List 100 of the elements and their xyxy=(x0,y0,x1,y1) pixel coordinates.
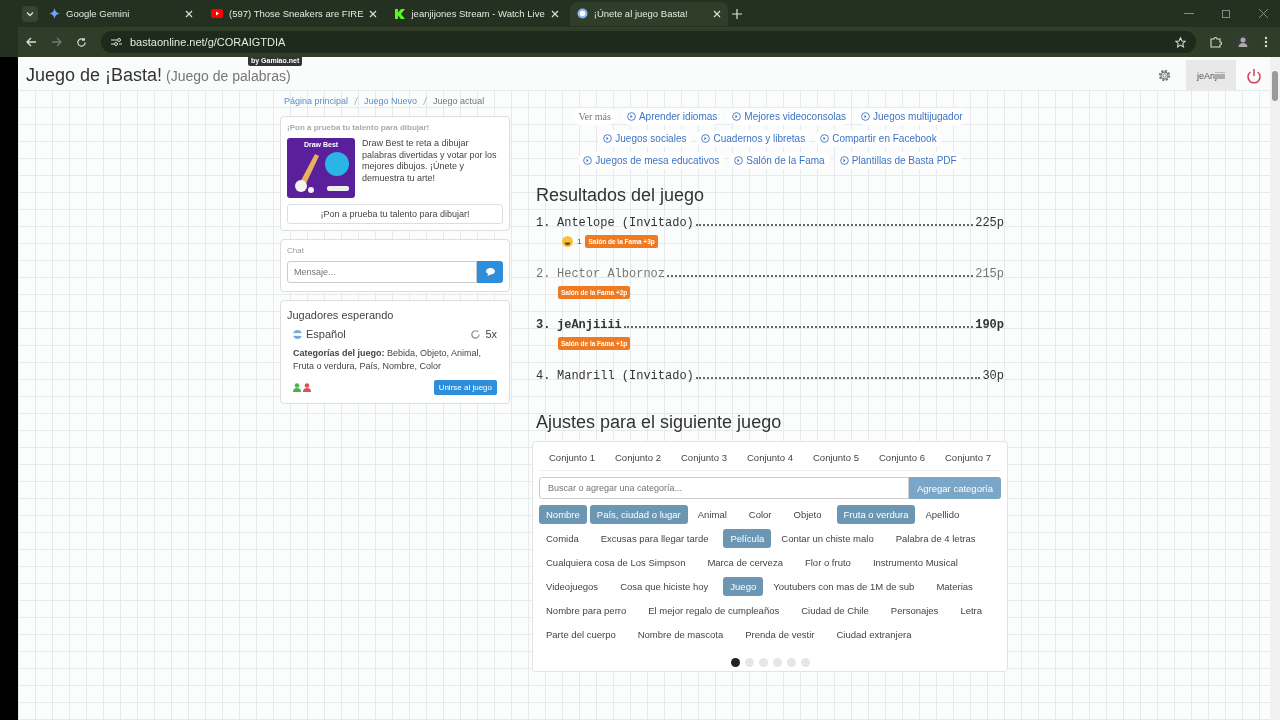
category-chip[interactable]: Objeto xyxy=(786,505,829,524)
result-row: 3. jeAnjiiii 190p xyxy=(536,318,1004,332)
breadcrumb-link[interactable]: Página principal xyxy=(284,96,349,106)
minimize-icon[interactable] xyxy=(1184,12,1194,15)
category-chip[interactable]: Letra xyxy=(953,601,990,620)
rounds-count: 5x xyxy=(485,328,497,340)
user-name[interactable]: jeAnjiiii xyxy=(1186,59,1236,92)
settings-title: Ajustes para el siguiente juego xyxy=(536,412,783,433)
page-dot[interactable] xyxy=(786,658,796,667)
category-chip[interactable]: Videojuegos xyxy=(539,577,606,596)
set-tab[interactable]: Conjunto 6 xyxy=(879,452,925,463)
page-dot[interactable] xyxy=(730,658,740,667)
game-categories: Categorías del juego: Bebida, Objeto, Animal, Fruta o verdura, País, Nombre, Color xyxy=(292,347,483,374)
player-icon xyxy=(303,383,311,393)
send-button[interactable] xyxy=(477,261,503,283)
flag-icon xyxy=(293,329,302,339)
circle-arrow-icon xyxy=(701,134,711,143)
restore-icon[interactable] xyxy=(1222,9,1231,18)
set-tab[interactable]: Conjunto 4 xyxy=(747,452,793,463)
result-row: 2. Hector Albornoz 215p xyxy=(536,267,1004,281)
profile-avatar-icon[interactable] xyxy=(1236,35,1250,49)
language-label: Español xyxy=(306,328,346,340)
category-chip[interactable]: Contar un chiste malo xyxy=(774,529,881,548)
breadcrumb-current: Juego actual xyxy=(433,96,485,106)
more-link[interactable]: Salón de la Fama xyxy=(729,152,830,169)
category-chip[interactable]: Nombre de mascota xyxy=(630,625,731,644)
category-chip[interactable]: Animal xyxy=(690,505,734,524)
speech-bubble-icon xyxy=(485,268,495,276)
category-chip[interactable]: Flor o fruto xyxy=(797,553,858,572)
address-bar[interactable]: bastaonline.net/g/CORAIGTDIA xyxy=(101,31,1196,53)
play-icon xyxy=(211,9,223,18)
slash-icon xyxy=(423,97,428,105)
category-chip[interactable]: Palabra de 4 letras xyxy=(888,529,983,548)
more-link[interactable]: Aprender idiomas xyxy=(621,108,723,125)
category-search-field[interactable]: Buscar o agregar una categoría... xyxy=(539,477,909,499)
promo-text: Draw Best te reta a dibujar palabras divertidas y votar por los mejores dibujos. ¡Únete y demuestra tu arte! xyxy=(362,138,498,186)
puzzle-icon[interactable] xyxy=(1210,36,1222,48)
more-link[interactable]: Plantillas de Basta PDF xyxy=(834,152,962,169)
category-chip[interactable]: Parte del cuerpo xyxy=(539,625,623,644)
category-chip[interactable]: Ciudad de Chile xyxy=(794,601,876,620)
settings-icon[interactable] xyxy=(1157,68,1172,83)
more-link[interactable]: Juegos multijugador xyxy=(856,108,968,125)
site-settings-icon[interactable] xyxy=(111,37,122,47)
url-text: bastaonline.net/g/CORAIGTDIA xyxy=(130,36,286,48)
category-chip[interactable]: Personajes xyxy=(883,601,946,620)
reload-icon[interactable] xyxy=(76,36,87,48)
page-dot[interactable] xyxy=(758,658,768,667)
reaction-count: 1 xyxy=(577,237,582,246)
category-chip[interactable]: Color xyxy=(741,505,779,524)
more-link[interactable]: Juegos de mesa educativos xyxy=(578,152,725,169)
set-tab[interactable]: Conjunto 7 xyxy=(945,452,991,463)
k-logo-icon xyxy=(395,8,406,19)
category-chip[interactable]: El mejor regalo de cumpleaños xyxy=(641,601,787,620)
results-title: Resultados del juego xyxy=(536,185,706,206)
promo-button[interactable]: ¡Pon a prueba tu talento para dibujar! xyxy=(287,204,503,224)
category-chip[interactable]: Apellido xyxy=(918,505,967,524)
scrollbar[interactable] xyxy=(1270,57,1280,720)
back-icon[interactable] xyxy=(26,37,37,47)
globe-icon xyxy=(576,8,588,19)
category-chip[interactable]: Nombre para perro xyxy=(539,601,634,620)
category-chip[interactable]: Instrumento Musical xyxy=(865,553,965,572)
category-chip[interactable]: Marca de cerveza xyxy=(700,553,790,572)
category-chip[interactable]: Materias xyxy=(929,577,980,596)
chat-title: Chat xyxy=(287,246,305,255)
category-chip[interactable]: Youtubers con mas de 1M de sub xyxy=(766,577,922,596)
category-chip[interactable]: Cualquiera cosa de Los Simpson xyxy=(539,553,693,572)
browser-tab[interactable]: ¡Únete al juego Basta! xyxy=(569,1,728,26)
browser-tab[interactable]: Google Gemini xyxy=(42,1,200,26)
result-row: 1. Antelope (Invitado) 225p xyxy=(536,216,1004,230)
more-link[interactable]: Juegos sociales xyxy=(598,130,692,147)
category-chip[interactable]: Excusas para llegar tarde xyxy=(593,529,716,548)
more-link[interactable]: Mejores videoconsolas xyxy=(727,108,852,125)
more-link[interactable]: Cuadernos y libretas xyxy=(696,130,811,147)
category-chip[interactable]: Cosa que hiciste hoy xyxy=(613,577,716,596)
slash-icon xyxy=(354,97,359,105)
message-field[interactable]: Mensaje... xyxy=(287,261,477,283)
caret-icon[interactable] xyxy=(22,5,38,22)
plus-icon[interactable] xyxy=(731,8,742,19)
set-tab[interactable]: Conjunto 5 xyxy=(813,452,859,463)
category-chip[interactable]: Comida xyxy=(539,529,586,548)
site-title[interactable]: Juego de ¡Basta! xyxy=(26,65,163,86)
star-icon[interactable] xyxy=(1175,36,1186,48)
page-dot[interactable] xyxy=(772,658,782,667)
page-dot[interactable] xyxy=(744,658,754,667)
browser-tab[interactable]: jeanjijones Stream - Watch Live xyxy=(388,1,566,26)
power-icon[interactable] xyxy=(1246,67,1262,84)
set-tab[interactable]: Conjunto 2 xyxy=(615,452,661,463)
breadcrumb-link[interactable]: Juego Nuevo xyxy=(364,96,418,106)
category-chip[interactable]: Ciudad extranjera xyxy=(829,625,919,644)
set-tab[interactable]: Conjunto 3 xyxy=(681,452,727,463)
player-icon xyxy=(293,383,301,393)
browser-tab[interactable]: (597) Those Sneakers are FIRE xyxy=(204,1,385,26)
site-subtitle: (Juego de palabras) xyxy=(166,68,291,84)
set-tab[interactable]: Conjunto 1 xyxy=(549,452,595,463)
page-dot[interactable] xyxy=(800,658,810,667)
menu-icon[interactable] xyxy=(1264,36,1268,48)
promo-heading: ¡Pon a prueba tu talento para dibujar! xyxy=(287,123,431,132)
more-link[interactable]: Compartir en Facebook xyxy=(815,130,942,147)
category-chip[interactable]: Prenda de vestir xyxy=(738,625,822,644)
forward-icon[interactable] xyxy=(51,37,62,47)
